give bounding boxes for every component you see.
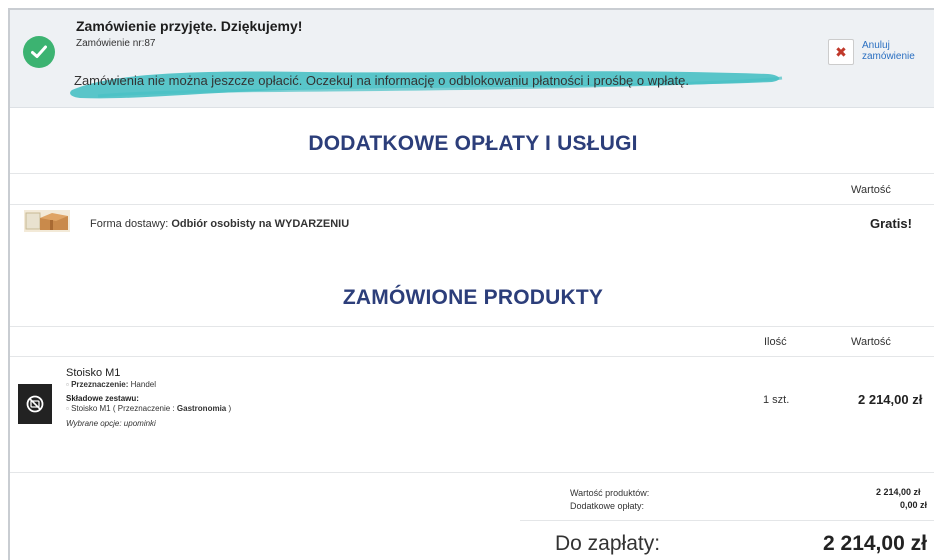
extra-fees-title: DODATKOWE OPŁATY I USŁUGI (308, 132, 638, 155)
divider (10, 173, 934, 174)
product-price: 2 214,00 zł (858, 392, 923, 407)
selected-options: Wybrane opcje: upominki (66, 419, 156, 428)
delivery-prefix: Forma dostawy: (90, 218, 172, 230)
amount-due-label: Do zapłaty: (555, 532, 661, 555)
notice-title: Zamówienie przyjęte. Dziękujemy! (76, 18, 303, 34)
product-thumbnail[interactable] (18, 384, 52, 424)
product-attribute: ▫ Przeznaczenie: Handel (66, 380, 156, 389)
divider (10, 204, 934, 205)
amount-due-value: 2 214,00 zł (823, 532, 927, 555)
success-check-icon (23, 36, 55, 68)
order-accepted-notice: Zamówienie przyjęte. Dziękujemy! Zamówie… (10, 10, 934, 108)
ordered-products-title: ZAMÓWIONE PRODUKTY (342, 286, 604, 309)
value-header: Wartość (851, 336, 891, 348)
component-close: ) (226, 404, 232, 413)
divider (10, 356, 934, 357)
extra-value-header: Wartość (851, 184, 891, 196)
delivery-name: Odbiór osobisty na WYDARZENIU (171, 218, 350, 230)
component-text: Stoisko M1 ( Przeznaczenie : (71, 404, 177, 413)
delivery-price: Gratis! (870, 216, 912, 231)
cancel-label-line2: zamówienie (862, 51, 915, 62)
cancel-order-button[interactable]: ✖ (828, 39, 854, 65)
delivery-box-icon (24, 210, 70, 232)
divider (10, 326, 934, 327)
qty-header: Ilość (764, 336, 787, 348)
cancel-order-link[interactable]: Anuluj zamówienie (862, 40, 932, 62)
extra-fees-value: 0,00 zł (900, 500, 928, 510)
product-qty: 1 szt. (763, 394, 790, 406)
products-total-value: 2 214,00 zł (876, 487, 921, 497)
extra-fees-label: Dodatkowe opłaty: (570, 501, 645, 511)
component-item: ▫ Stoisko M1 ( Przeznaczenie : Gastronom… (66, 404, 232, 413)
divider (520, 520, 934, 521)
attr-value: Handel (128, 380, 156, 389)
delivery-method: Forma dostawy: Odbiór osobisty na WYDARZ… (90, 218, 349, 230)
payment-info-text: Zamówienia nie można jeszcze opłacić. Oc… (74, 73, 689, 88)
components-label: Składowe zestawu: (66, 394, 139, 403)
product-name[interactable]: Stoisko M1 (66, 367, 120, 379)
attr-label: Przeznaczenie: (71, 380, 129, 389)
order-number: Zamówienie nr:87 (76, 38, 156, 49)
products-total-label: Wartość produktów: (570, 488, 650, 498)
divider (10, 472, 934, 473)
close-x-icon: ✖ (835, 44, 847, 60)
cancel-label-line1: Anuluj (862, 40, 890, 51)
component-value: Gastronomia (176, 404, 227, 413)
order-confirmation-page: Zamówienie przyjęte. Dziękujemy! Zamówie… (8, 8, 934, 560)
no-image-icon (26, 395, 44, 413)
